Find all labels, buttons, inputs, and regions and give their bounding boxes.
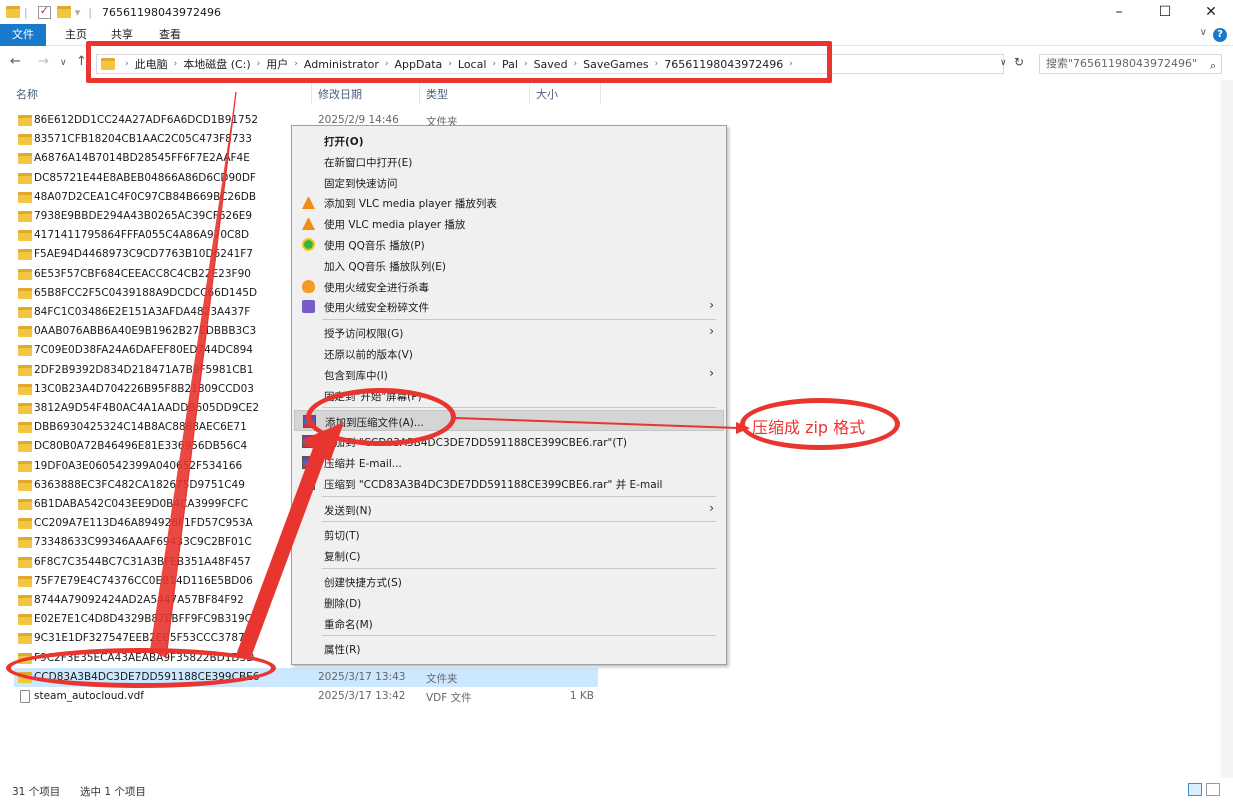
arrow-wedge-left (150, 92, 236, 658)
status-bar: 31 个项目 选中 1 个项目 (0, 779, 1233, 801)
selected-folder-highlight (6, 648, 276, 688)
arrow-wedge-right (236, 440, 330, 660)
arrow-line-right (454, 417, 739, 429)
large-icons-view-icon[interactable] (1206, 783, 1220, 796)
annotation-label: 压缩成 zip 格式 (752, 418, 866, 437)
selected-count: 选中 1 个项目 (80, 786, 146, 798)
item-count: 31 个项目 (12, 786, 61, 798)
details-view-icon[interactable] (1188, 783, 1202, 796)
add-to-archive-highlight (306, 388, 456, 446)
